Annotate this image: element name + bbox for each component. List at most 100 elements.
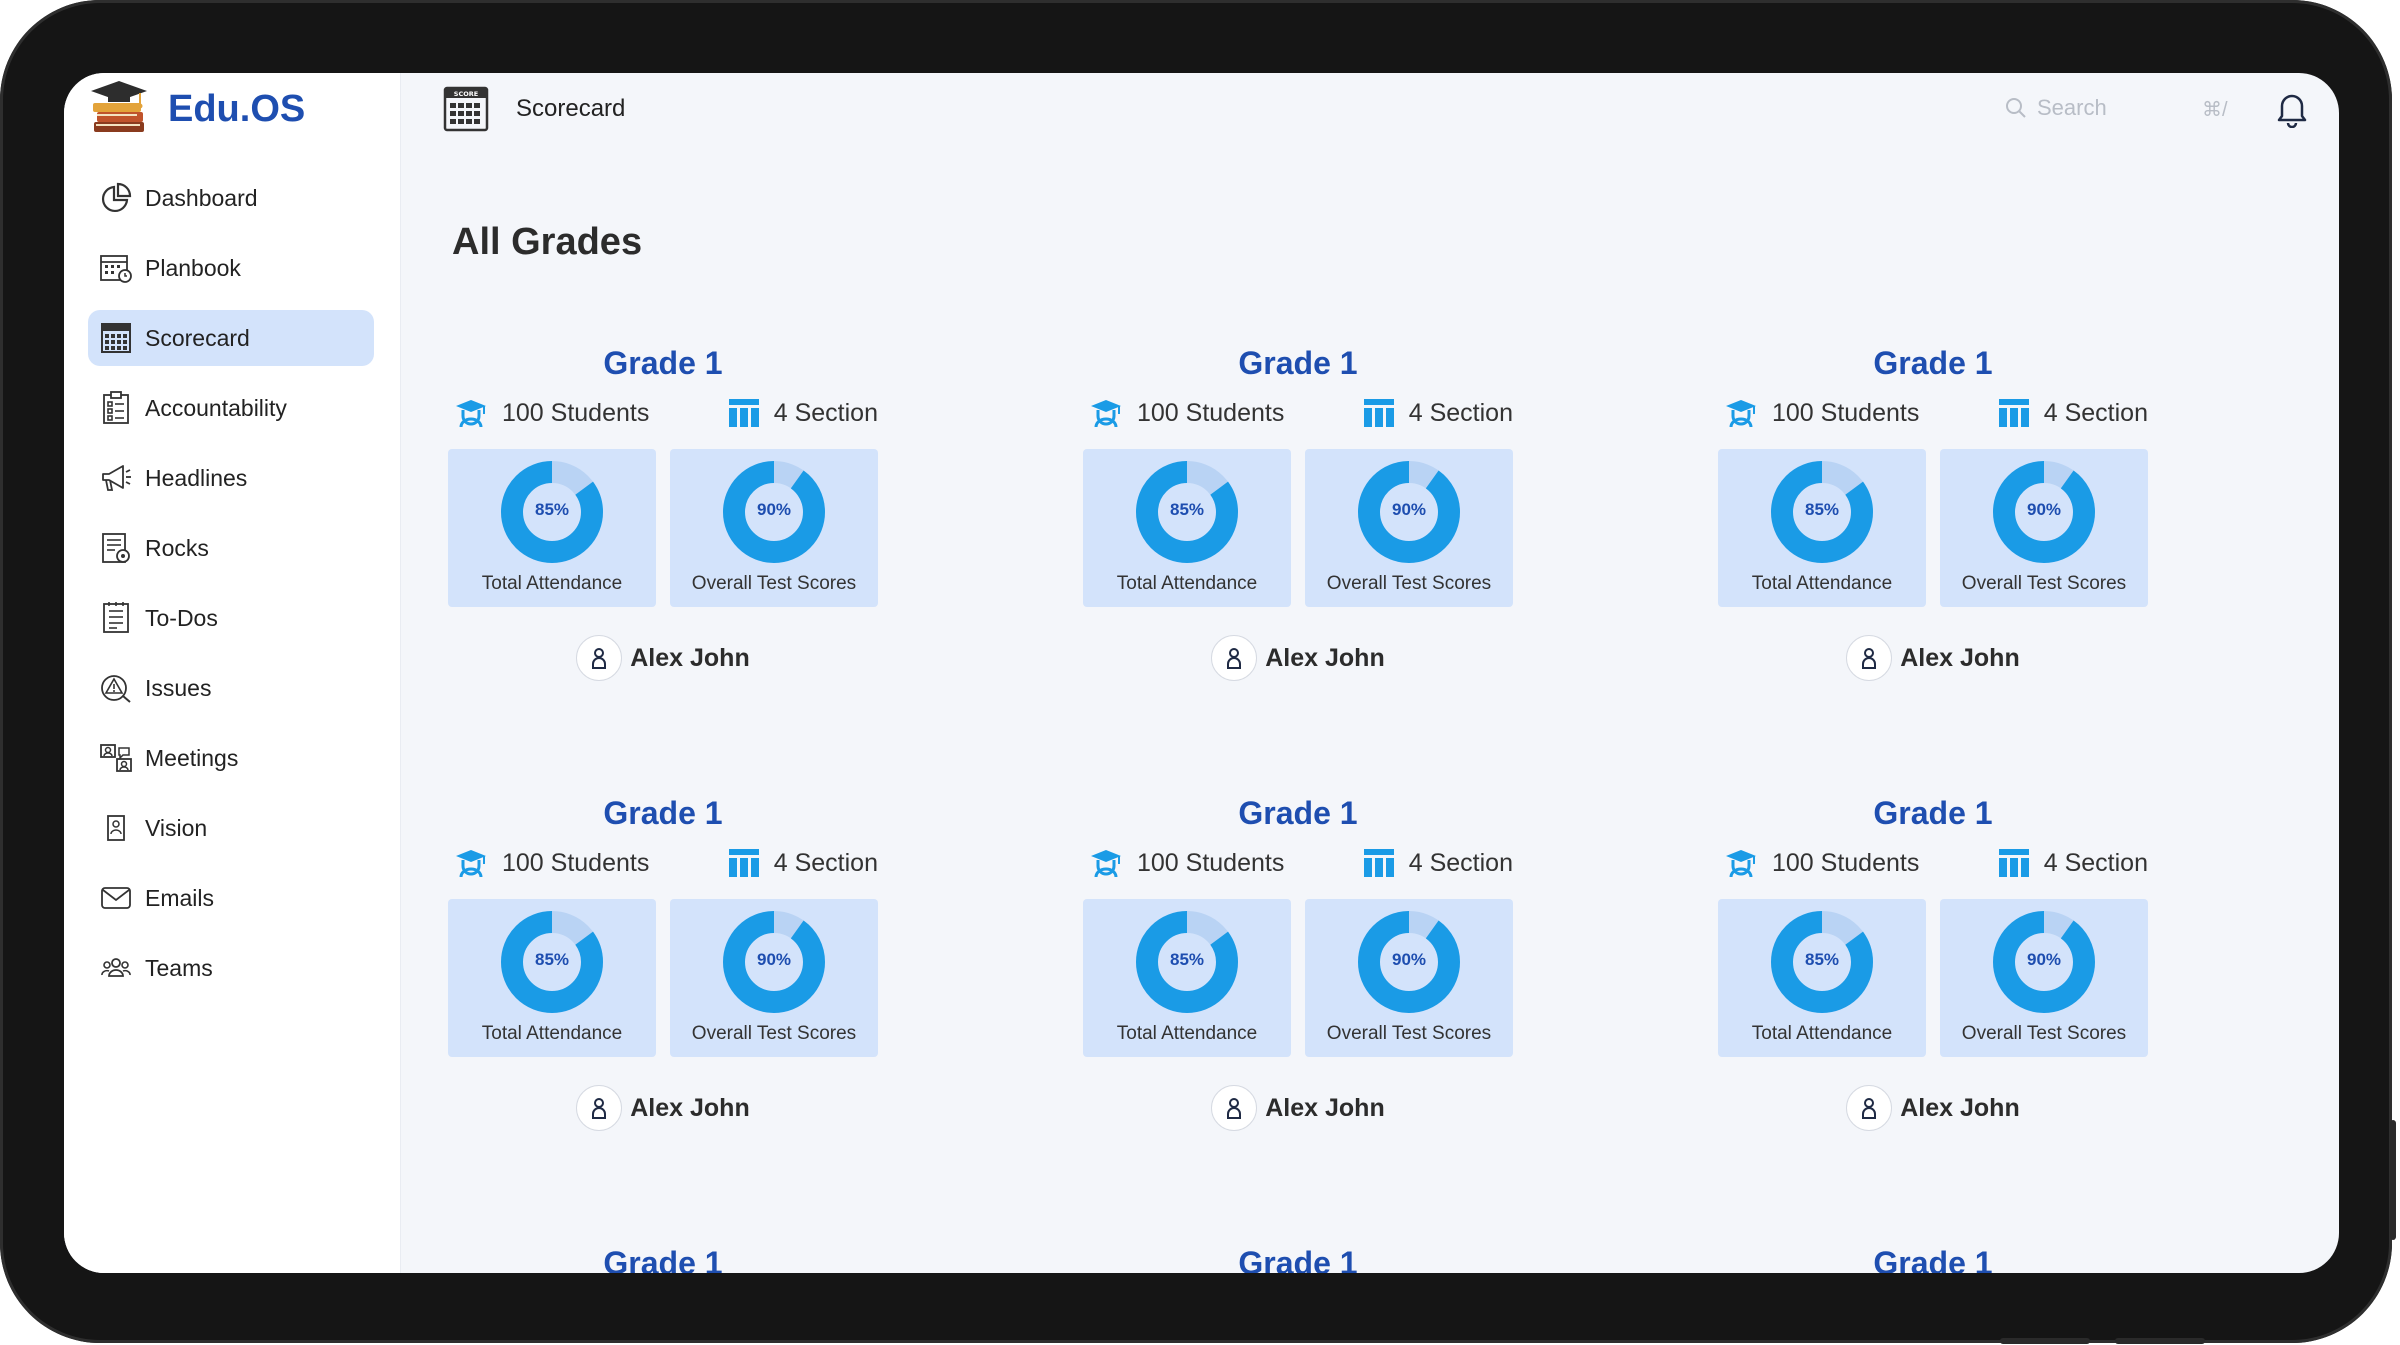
bell-icon[interactable] bbox=[2274, 90, 2310, 128]
attendance-tile[interactable]: 85% Total Attendance bbox=[1083, 449, 1291, 607]
test-scores-label: Overall Test Scores bbox=[1326, 1023, 1492, 1044]
grade-card[interactable]: Grade 1 bbox=[1718, 1241, 2148, 1273]
stat-tiles: 85% Total Attendance 90% Overall Test Score… bbox=[1718, 899, 2148, 1057]
grade-card[interactable]: Grade 1 100 Students 4 Section 85% Total Att… bbox=[1718, 791, 2148, 1131]
stat-tiles: 85% Total Attendance 90% Overall Test Score… bbox=[1083, 899, 1513, 1057]
person-icon bbox=[1862, 648, 1877, 669]
grade-owner[interactable]: Alex John bbox=[448, 1085, 878, 1131]
grade-card[interactable]: Grade 1 100 Students 4 Section 85% Total Att… bbox=[1718, 341, 2148, 681]
sections-label: 4 Section bbox=[773, 848, 878, 877]
sections-count: 4 Section bbox=[728, 848, 878, 878]
owner-name: Alex John bbox=[1900, 643, 2020, 672]
sidebar-item-label: Meetings bbox=[145, 744, 239, 771]
grade-card[interactable]: Grade 1 100 Students 4 Section 85% Total Att… bbox=[448, 341, 878, 681]
app-logo[interactable]: Edu.OS bbox=[88, 78, 305, 140]
students-label: 100 Students bbox=[502, 398, 650, 427]
attendance-tile[interactable]: 85% Total Attendance bbox=[1718, 899, 1926, 1057]
attendance-label: Total Attendance bbox=[481, 1023, 623, 1044]
sidebar-item-accountability[interactable]: Accountability bbox=[88, 380, 374, 436]
person-icon bbox=[1227, 1098, 1242, 1119]
user-profile-icon[interactable] bbox=[2338, 90, 2339, 128]
sidebar-item-vision[interactable]: Vision bbox=[88, 800, 374, 856]
sidebar-item-issues[interactable]: Issues bbox=[88, 660, 374, 716]
device-side-button bbox=[2390, 1120, 2396, 1240]
grade-meta: 100 Students 4 Section bbox=[448, 843, 878, 883]
sidebar-item-scorecard[interactable]: Scorecard bbox=[88, 310, 374, 366]
owner-name: Alex John bbox=[1265, 643, 1385, 672]
grade-title[interactable]: Grade 1 bbox=[1083, 1241, 1513, 1273]
students-count: 100 Students bbox=[454, 848, 649, 878]
sidebar-item-rocks[interactable]: Rocks bbox=[88, 520, 374, 576]
sidebar-item-meetings[interactable]: Meetings bbox=[88, 730, 374, 786]
search-input[interactable]: Search bbox=[2005, 95, 2107, 121]
owner-name: Alex John bbox=[1265, 1093, 1385, 1122]
attendance-label: Total Attendance bbox=[1116, 1023, 1258, 1044]
avatar bbox=[1846, 1085, 1893, 1131]
sections-count: 4 Section bbox=[1363, 848, 1513, 878]
attendance-percent: 85% bbox=[534, 500, 570, 519]
owner-name: Alex John bbox=[630, 1093, 750, 1122]
grade-title[interactable]: Grade 1 bbox=[448, 1241, 878, 1273]
issues-icon bbox=[99, 671, 133, 705]
grade-title[interactable]: Grade 1 bbox=[1718, 1241, 2148, 1273]
sidebar-item-label: Rocks bbox=[145, 534, 209, 561]
test-scores-tile[interactable]: 90% Overall Test Scores bbox=[670, 449, 878, 607]
grade-card[interactable]: Grade 1 100 Students 4 Section 85% Total Att… bbox=[1083, 341, 1513, 681]
grade-title[interactable]: Grade 1 bbox=[1083, 341, 1513, 385]
test-scores-tile[interactable]: 90% Overall Test Scores bbox=[1305, 449, 1513, 607]
vision-icon bbox=[99, 811, 133, 845]
page-title: All Grades bbox=[452, 221, 643, 263]
grade-title[interactable]: Grade 1 bbox=[448, 791, 878, 835]
test-scores-tile[interactable]: 90% Overall Test Scores bbox=[1940, 899, 2148, 1057]
test-scores-tile[interactable]: 90% Overall Test Scores bbox=[1940, 449, 2148, 607]
student-icon bbox=[456, 850, 486, 878]
attendance-percent: 85% bbox=[1804, 950, 1840, 969]
attendance-percent: 85% bbox=[1169, 500, 1205, 519]
grade-title[interactable]: Grade 1 bbox=[1083, 791, 1513, 835]
sidebar-item-teams[interactable]: Teams bbox=[88, 940, 374, 996]
sections-label: 4 Section bbox=[2043, 398, 2148, 427]
grade-meta: 100 Students 4 Section bbox=[1083, 843, 1513, 883]
student-icon bbox=[456, 400, 486, 428]
test-scores-label: Overall Test Scores bbox=[1961, 573, 2127, 594]
grade-card[interactable]: Grade 1 100 Students 4 Section 85% Total Att… bbox=[1083, 791, 1513, 1131]
sidebar-item-emails[interactable]: Emails bbox=[88, 870, 374, 926]
grade-card[interactable]: Grade 1 bbox=[448, 1241, 878, 1273]
grade-title[interactable]: Grade 1 bbox=[1718, 341, 2148, 385]
stat-tiles: 85% Total Attendance 90% Overall Test Score… bbox=[1718, 449, 2148, 607]
test-scores-tile[interactable]: 90% Overall Test Scores bbox=[670, 899, 878, 1057]
graduation-books-icon bbox=[91, 81, 147, 132]
sidebar-item-headlines[interactable]: Headlines bbox=[88, 450, 374, 506]
grade-owner[interactable]: Alex John bbox=[1083, 635, 1513, 681]
grade-owner[interactable]: Alex John bbox=[448, 635, 878, 681]
attendance-tile[interactable]: 85% Total Attendance bbox=[1718, 449, 1926, 607]
grade-title[interactable]: Grade 1 bbox=[1718, 791, 2148, 835]
section-icon bbox=[1998, 849, 2029, 877]
attendance-tile[interactable]: 85% Total Attendance bbox=[448, 449, 656, 607]
grade-card[interactable]: Grade 1 bbox=[1083, 1241, 1513, 1273]
sections-label: 4 Section bbox=[773, 398, 878, 427]
test-scores-tile[interactable]: 90% Overall Test Scores bbox=[1305, 899, 1513, 1057]
test-scores-label: Overall Test Scores bbox=[691, 1023, 857, 1044]
grade-owner[interactable]: Alex John bbox=[1718, 1085, 2148, 1131]
attendance-tile[interactable]: 85% Total Attendance bbox=[448, 899, 656, 1057]
sections-count: 4 Section bbox=[1998, 848, 2148, 878]
grade-title[interactable]: Grade 1 bbox=[448, 341, 878, 385]
grade-owner[interactable]: Alex John bbox=[1083, 1085, 1513, 1131]
test-scores-percent: 90% bbox=[2026, 950, 2062, 969]
sidebar-item-to-dos[interactable]: To-Dos bbox=[88, 590, 374, 646]
sidebar-item-label: To-Dos bbox=[145, 604, 218, 631]
grade-meta: 100 Students 4 Section bbox=[1718, 393, 2148, 433]
owner-name: Alex John bbox=[630, 643, 750, 672]
grade-owner[interactable]: Alex John bbox=[1718, 635, 2148, 681]
attendance-tile[interactable]: 85% Total Attendance bbox=[1083, 899, 1291, 1057]
section-icon bbox=[728, 399, 759, 427]
sidebar-item-dashboard[interactable]: Dashboard bbox=[88, 170, 374, 226]
sidebar: Edu.OS Dashboard Planbook Scorecard Account… bbox=[64, 73, 401, 1273]
scorecard-icon bbox=[99, 321, 133, 355]
section-icon bbox=[728, 849, 759, 877]
sidebar-item-planbook[interactable]: Planbook bbox=[88, 240, 374, 296]
test-scores-percent: 90% bbox=[756, 500, 792, 519]
grade-card[interactable]: Grade 1 100 Students 4 Section 85% Total Att… bbox=[448, 791, 878, 1131]
attendance-percent: 85% bbox=[1804, 500, 1840, 519]
